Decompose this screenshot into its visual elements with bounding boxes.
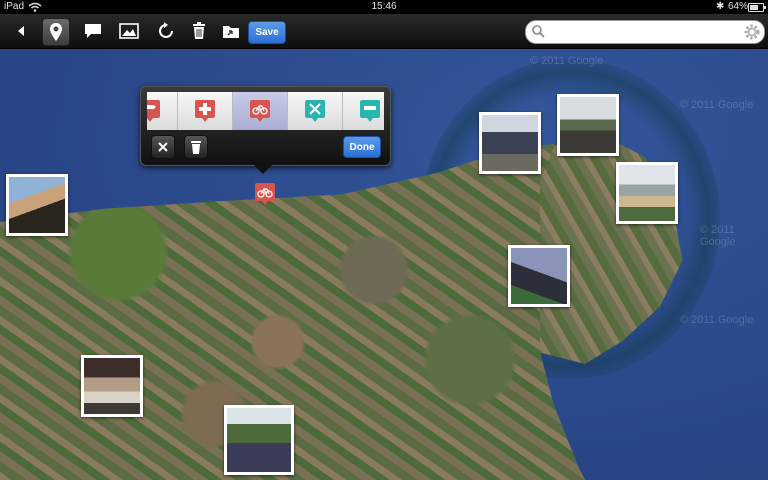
map-copyright: © 2011 Google <box>700 224 736 248</box>
trash-icon <box>191 140 201 154</box>
delete-marker-button[interactable] <box>184 135 208 159</box>
close-button[interactable] <box>151 135 175 159</box>
speech-bubble-icon <box>85 24 101 38</box>
photo-image <box>84 358 140 414</box>
photo-image <box>227 408 291 472</box>
done-button[interactable]: Done <box>343 136 381 158</box>
map-copyright: © 2011 Google <box>680 99 754 111</box>
photo-image <box>619 165 675 221</box>
photo-thumbnail[interactable] <box>6 174 68 236</box>
category-signpost[interactable] <box>147 92 178 130</box>
map-copyright: © 2011 Google <box>530 55 604 67</box>
parking-icon <box>360 100 380 122</box>
signpost-icon <box>147 100 160 122</box>
back-button[interactable] <box>8 18 34 44</box>
bluetooth-icon: ✱ <box>716 1 725 12</box>
folder-export-icon <box>223 26 239 38</box>
trash-icon <box>193 22 205 39</box>
toolbar: Save <box>0 14 768 49</box>
photo-thumbnail[interactable] <box>224 405 294 475</box>
bicycle-icon <box>250 100 270 122</box>
photo-thumbnail[interactable] <box>616 162 678 224</box>
comment-button[interactable] <box>80 18 106 44</box>
map-copyright: © 2011 Google <box>680 314 754 326</box>
photo-image <box>511 248 567 304</box>
undo-button[interactable] <box>153 18 179 44</box>
photo-thumbnail[interactable] <box>508 245 570 307</box>
photo-thumbnail[interactable] <box>557 94 619 156</box>
export-button[interactable] <box>218 18 244 44</box>
photo-image <box>9 177 65 233</box>
save-button[interactable]: Save <box>248 21 286 44</box>
gear-icon[interactable] <box>743 23 761 41</box>
category-picker[interactable] <box>147 92 384 130</box>
photo-thumbnail[interactable] <box>479 112 541 174</box>
search-icon <box>532 25 545 38</box>
photo-image <box>560 97 616 153</box>
category-parking[interactable] <box>343 92 384 130</box>
battery-icon <box>748 3 766 12</box>
popover-arrow <box>254 165 272 174</box>
category-tools[interactable] <box>288 92 343 130</box>
photo-button[interactable] <box>116 18 142 44</box>
delete-button[interactable] <box>186 18 212 44</box>
close-icon <box>158 142 168 152</box>
status-bar: iPad 15:46 ✱ 64% <box>0 0 768 14</box>
back-arrow-icon <box>18 26 24 36</box>
category-first-aid[interactable] <box>178 92 233 130</box>
photo-image <box>482 115 538 171</box>
pin-tool-button[interactable] <box>42 18 70 46</box>
image-icon <box>119 23 139 39</box>
category-cycling[interactable] <box>233 92 288 130</box>
battery-percent: 64% <box>728 1 749 12</box>
clock: 15:46 <box>371 1 397 12</box>
marker-category-popover: Done <box>140 86 391 174</box>
map-pin-icon <box>50 23 62 41</box>
photo-thumbnail[interactable] <box>81 355 143 417</box>
first-aid-icon <box>195 100 215 122</box>
cycling-marker[interactable] <box>255 183 275 205</box>
rotate-icon <box>159 22 173 38</box>
search-field[interactable] <box>525 20 765 44</box>
tools-icon <box>305 100 325 122</box>
